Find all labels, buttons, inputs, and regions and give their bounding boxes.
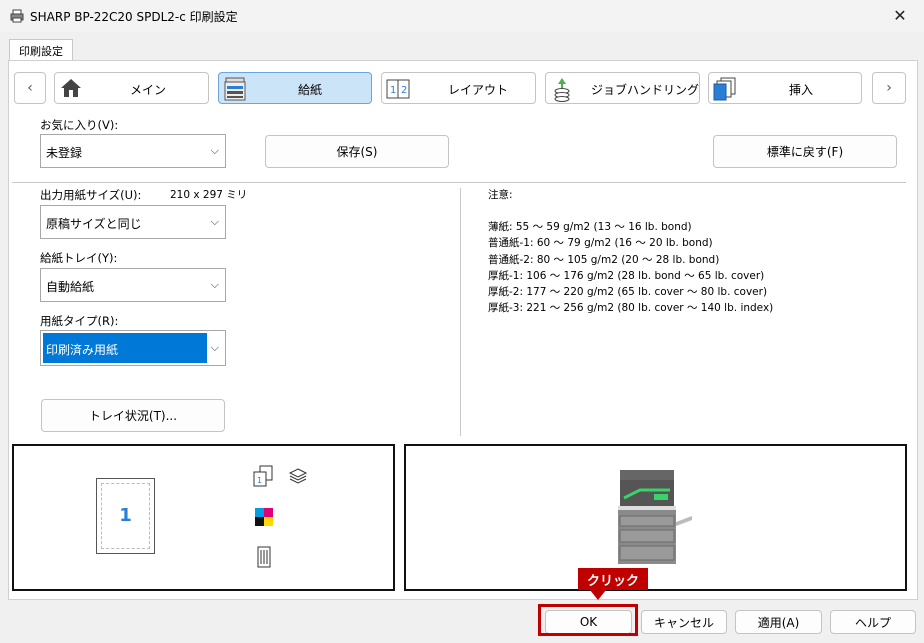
tab-insert-label: 挿入 (789, 83, 814, 97)
output-size-dimensions: 210 x 297 ミリ (170, 189, 248, 201)
collate-icon: 1 (253, 465, 273, 487)
cancel-button[interactable]: キャンセル (641, 610, 727, 634)
ok-button-highlight (538, 604, 638, 636)
layout-icon: 1 2 (386, 79, 410, 99)
tab-main-label: メイン (130, 83, 167, 97)
notes-heading: 注意: (488, 189, 513, 201)
chevron-down-icon: ⌵ (210, 278, 219, 291)
printer-icon (10, 9, 24, 23)
paper-type-value: 印刷済み用紙 (46, 343, 119, 357)
favorites-label: お気に入り(V): (40, 118, 119, 132)
page-number: 1 (119, 505, 132, 526)
tab-main[interactable]: メイン (54, 72, 209, 104)
stack-icon (288, 468, 308, 484)
favorites-value: 未登録 (46, 146, 83, 160)
tab-paper-source[interactable]: 給紙 (218, 72, 372, 104)
tray-select[interactable]: 自動給紙 ⌵ (40, 268, 226, 302)
tab-job-handling-label: ジョブハンドリング (591, 83, 700, 97)
close-icon: ✕ (893, 5, 907, 25)
tab-print-settings[interactable]: 印刷設定 (9, 39, 73, 62)
nav-prev-button[interactable]: ‹ (14, 72, 46, 104)
note-line: 厚紙-1: 106 〜 176 g/m2 (28 lb. bond 〜 65 l… (488, 269, 765, 282)
chevron-down-icon: ⌵ (210, 341, 219, 354)
insert-icon (713, 77, 736, 101)
svg-text:2: 2 (401, 85, 407, 96)
tray-value: 自動給紙 (46, 280, 95, 294)
section-divider (12, 182, 906, 183)
color-mode-icon (255, 508, 273, 526)
nav-next-button[interactable]: › (872, 72, 906, 104)
tab-job-handling[interactable]: ジョブハンドリング (545, 72, 700, 104)
chevron-down-icon: ⌵ (210, 215, 219, 228)
paper-type-label: 用紙タイプ(R): (40, 314, 119, 328)
page-thumbnail: 1 (96, 478, 155, 554)
svg-text:1: 1 (390, 85, 396, 96)
callout-pointer (590, 590, 606, 600)
paper-weight-notes: 注意: 薄紙: 55 〜 59 g/m2 (13 〜 16 lb. bond) 普通… (488, 187, 773, 316)
tray-label: 給紙トレイ(Y): (40, 251, 118, 265)
note-line: 厚紙-2: 177 〜 220 g/m2 (65 lb. cover 〜 80 … (488, 286, 768, 299)
output-size-value: 原稿サイズと同じ (46, 217, 142, 231)
click-callout: クリック (578, 568, 648, 590)
window-title: SHARP BP-22C20 SPDL2-c 印刷設定 (30, 10, 238, 24)
tray-status-button[interactable]: トレイ状況(T)... (41, 399, 225, 432)
staple-icon (257, 546, 271, 568)
apply-button[interactable]: 適用(A) (735, 610, 822, 634)
page-preview (12, 444, 395, 591)
svg-text:1: 1 (257, 476, 262, 485)
note-line: 薄紙: 55 〜 59 g/m2 (13 〜 16 lb. bond) (488, 221, 692, 234)
save-button[interactable]: 保存(S) (265, 135, 449, 168)
note-line: 厚紙-3: 221 〜 256 g/m2 (80 lb. cover 〜 140… (488, 302, 774, 315)
tab-paper-source-label: 給紙 (298, 83, 323, 97)
help-button[interactable]: ヘルプ (830, 610, 916, 634)
paper-tray-icon (224, 77, 246, 101)
reset-default-button[interactable]: 標準に戻す(F) (713, 135, 897, 168)
chevron-down-icon: ⌵ (210, 144, 219, 157)
favorites-select[interactable]: 未登録 ⌵ (40, 134, 226, 168)
output-size-select[interactable]: 原稿サイズと同じ ⌵ (40, 205, 226, 239)
home-icon (61, 79, 81, 97)
note-line: 普通紙-2: 80 〜 105 g/m2 (20 〜 28 lb. bond) (488, 253, 720, 266)
tab-layout[interactable]: 1 2 レイアウト (381, 72, 536, 104)
paper-type-select[interactable]: 印刷済み用紙 ⌵ (40, 330, 226, 366)
tab-layout-label: レイアウト (448, 83, 509, 97)
job-handling-icon (554, 78, 570, 102)
close-button[interactable]: ✕ (880, 2, 920, 28)
output-size-label: 出力用紙サイズ(U): (40, 188, 142, 202)
chevron-right-icon: › (886, 80, 892, 96)
chevron-left-icon: ‹ (27, 80, 33, 96)
printer-illustration-icon (618, 470, 692, 564)
vertical-divider (460, 188, 461, 436)
tab-insert[interactable]: 挿入 (708, 72, 862, 104)
note-line: 普通紙-1: 60 〜 79 g/m2 (16 〜 20 lb. bond) (488, 237, 713, 250)
